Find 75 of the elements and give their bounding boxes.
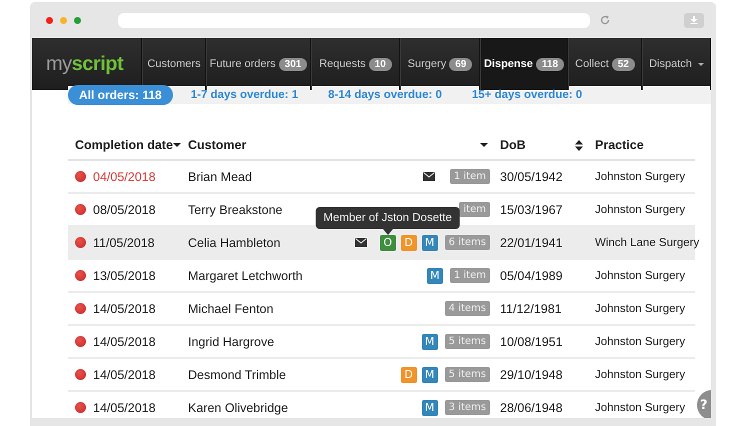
column-header[interactable]: DoB <box>500 131 595 159</box>
dob-cell-text: 29/10/1948 <box>500 368 564 382</box>
customer-name: Terry Breakstone <box>188 202 282 216</box>
count-badge: 10 <box>368 58 392 70</box>
column-header[interactable]: Completion date <box>68 131 188 159</box>
status-dot <box>75 369 86 380</box>
customer-name: Celia Hambleton <box>188 236 280 250</box>
address-field[interactable] <box>118 12 590 28</box>
dob-cell-text: 30/05/1942 <box>500 170 564 184</box>
status-dot <box>75 237 86 248</box>
letter-tag: M <box>422 234 438 250</box>
customer-name: Ingrid Hargrove <box>188 334 274 348</box>
date-cell-text: 14/05/2018 <box>93 334 157 348</box>
item-count: 6 items <box>444 235 490 250</box>
date-cell-text: 14/05/2018 <box>93 368 157 382</box>
letter-tag: M <box>422 334 438 350</box>
practice-cell: Johnston Surgery <box>595 368 686 380</box>
item-count: 5 items <box>444 334 490 349</box>
download-button[interactable] <box>684 12 704 28</box>
customer-name: Brian Mead <box>188 170 252 184</box>
status-dot <box>75 270 86 281</box>
download-icon <box>690 16 698 24</box>
item-count: 5 items <box>444 367 490 382</box>
date-cell-text: 13/05/2018 <box>93 268 157 282</box>
letter-tag: M <box>426 268 443 284</box>
tooltip-pointer <box>382 228 393 234</box>
item-count: 4 items <box>444 301 490 316</box>
status-dot <box>75 204 86 215</box>
item-count: item <box>459 202 490 217</box>
tooltip: Member of Jston Dosette <box>315 206 460 228</box>
letter-tag: M <box>422 400 438 416</box>
item-count: 1 item <box>450 268 490 283</box>
minimize-dot-icon[interactable] <box>60 16 67 24</box>
status-dot <box>75 171 86 182</box>
dob-cell-text: 05/04/1989 <box>500 268 564 282</box>
letter-tag: M <box>422 366 438 382</box>
date-cell-text: 14/05/2018 <box>93 400 157 414</box>
count-badge: 118 <box>536 58 564 70</box>
close-dot-icon[interactable] <box>46 16 53 24</box>
practice-cell: Johnston Surgery <box>595 336 686 348</box>
status-dot <box>75 402 86 413</box>
letter-tag: D <box>400 234 417 250</box>
column-header[interactable]: Customer <box>188 131 500 159</box>
logo[interactable]: myscript <box>46 52 124 76</box>
dob-cell-text: 10/08/1951 <box>500 334 564 348</box>
reload-icon[interactable] <box>600 15 610 25</box>
letter-tag: D <box>400 366 417 382</box>
practice-cell: Johnston Surgery <box>595 204 686 216</box>
customer-name: Desmond Trimble <box>188 368 286 382</box>
count-badge: 52 <box>612 58 635 70</box>
practice-cell: Johnston Surgery <box>595 170 686 182</box>
letter-tag: O <box>380 234 396 250</box>
practice-cell: Johnston Surgery <box>595 270 686 282</box>
nav-tab[interactable]: Dispense 118 <box>480 38 568 90</box>
practice-cell: Johnston Surgery <box>595 302 686 314</box>
dob-cell-text: 22/01/1941 <box>500 236 564 250</box>
customer-name: Karen Olivebridge <box>188 400 288 414</box>
item-count: 3 items <box>444 400 490 415</box>
practice-cell: Johnston Surgery <box>595 402 686 414</box>
date-cell-text: 11/05/2018 <box>93 236 156 250</box>
customer-name: Michael Fenton <box>188 302 274 316</box>
status-dot <box>75 303 86 314</box>
count-badge: 301 <box>278 58 308 70</box>
customer-name: Margaret Letchworth <box>188 268 303 282</box>
column-header[interactable]: Practice <box>595 131 695 159</box>
count-badge: 69 <box>449 58 472 70</box>
date-cell-text: 14/05/2018 <box>93 302 157 316</box>
dob-cell-text: 11/12/1981 <box>500 302 563 316</box>
status-dot <box>75 336 86 347</box>
date-cell-text: 04/05/2018 <box>93 170 157 184</box>
dob-cell-text: 28/06/1948 <box>500 400 564 414</box>
maximize-dot-icon[interactable] <box>74 16 81 24</box>
dob-cell-text: 15/03/1967 <box>500 202 564 216</box>
date-cell-text: 08/05/2018 <box>93 202 157 216</box>
item-count: 1 item <box>450 169 490 184</box>
